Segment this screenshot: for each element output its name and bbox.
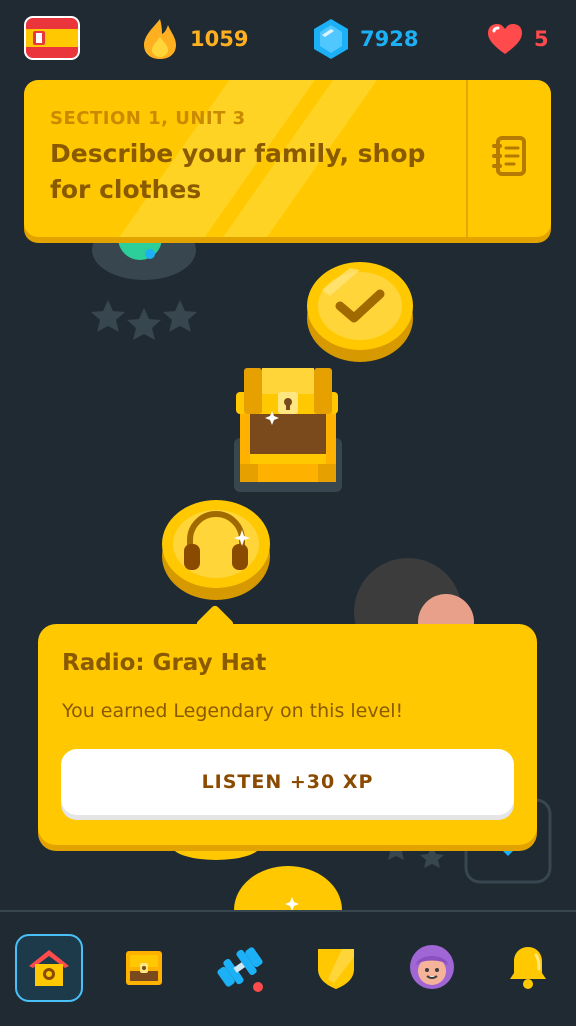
tooltip-title: Radio: Gray Hat — [62, 650, 267, 676]
listen-button[interactable]: LISTEN +30 XP — [61, 749, 514, 815]
banner-divider — [466, 80, 468, 237]
streak-counter[interactable]: 1059 — [140, 17, 248, 61]
avatar-icon — [410, 945, 454, 989]
tab-profile[interactable] — [399, 934, 465, 1000]
unit-title: Describe your family, shop for clothes — [50, 139, 426, 204]
gem-icon — [314, 19, 348, 59]
section-label: SECTION 1, UNIT 3 — [50, 108, 246, 129]
level-tooltip: Radio: Gray Hat You earned Legendary on … — [38, 604, 537, 845]
spain-flag-icon[interactable] — [24, 16, 80, 60]
streak-count: 1059 — [190, 27, 249, 51]
notebook-icon — [492, 136, 526, 176]
heart-icon — [488, 24, 522, 54]
radio-lesson-node[interactable] — [162, 500, 270, 600]
tooltip-description: You earned Legendary on this level! — [62, 700, 404, 722]
next-lesson-node[interactable] — [234, 866, 342, 910]
gems-count: 7928 — [360, 27, 419, 51]
home-icon — [29, 950, 69, 986]
hearts-count: 5 — [534, 27, 549, 51]
unit-banner[interactable]: SECTION 1, UNIT 3 Describe your family, … — [24, 80, 551, 237]
tab-learn[interactable] — [15, 934, 83, 1002]
bottom-tab-bar — [0, 910, 576, 1026]
top-stats-bar: 1059 7928 5 — [0, 0, 576, 78]
legendary-lesson-node[interactable] — [307, 262, 413, 362]
rating-stars — [91, 300, 197, 340]
tab-stories[interactable] — [111, 934, 177, 1000]
tab-notifications[interactable] — [495, 934, 561, 1000]
treasure-chest-icon — [126, 951, 162, 985]
tab-practice[interactable] — [207, 934, 273, 1000]
guidebook-button[interactable] — [486, 132, 534, 180]
dumbbell-icon — [217, 947, 263, 992]
fire-icon — [144, 19, 176, 59]
shield-icon — [318, 949, 354, 989]
gems-counter[interactable]: 7928 — [312, 17, 418, 61]
hearts-counter[interactable]: 5 — [486, 17, 549, 61]
bell-icon — [510, 947, 546, 989]
chest-node[interactable] — [234, 368, 342, 492]
tab-leaderboards[interactable] — [303, 934, 369, 1000]
